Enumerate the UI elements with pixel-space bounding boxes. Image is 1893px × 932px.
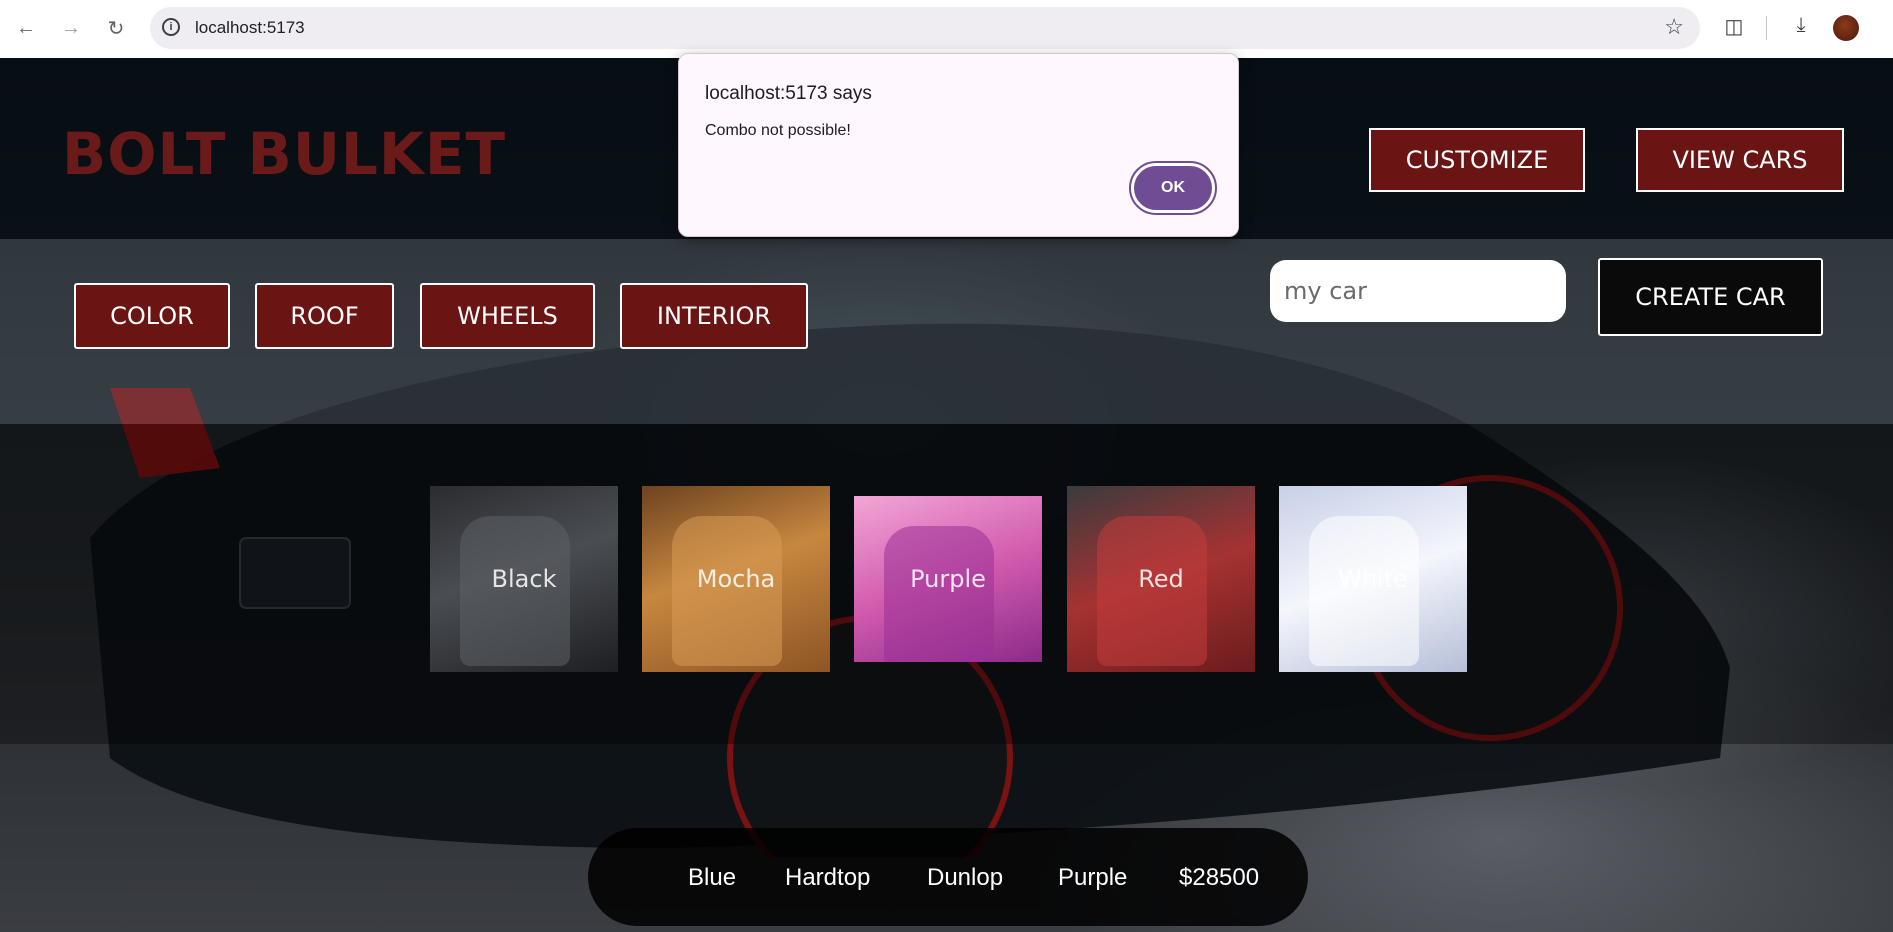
tab-color[interactable]: COLOR <box>74 283 230 349</box>
customize-button[interactable]: CUSTOMIZE <box>1369 128 1585 192</box>
interior-option-white[interactable]: White <box>1279 486 1467 672</box>
interior-option-black[interactable]: Black <box>430 486 618 672</box>
interior-option-label: Black <box>491 565 557 593</box>
profile-avatar[interactable] <box>1833 15 1859 41</box>
extensions-icon[interactable]: ◫ <box>1720 14 1748 42</box>
interior-option-label: Mocha <box>696 565 776 593</box>
url-text: localhost:5173 <box>195 18 305 37</box>
seat-image <box>884 526 994 662</box>
toolbar-divider <box>1766 16 1767 40</box>
interior-option-purple[interactable]: Purple <box>854 496 1042 662</box>
view-cars-button[interactable]: VIEW CARS <box>1636 128 1844 192</box>
interior-option-label: Purple <box>910 565 986 593</box>
back-arrow-icon[interactable]: ← <box>10 12 42 44</box>
address-bar[interactable]: i localhost:5173 ☆ <box>150 7 1700 49</box>
bookmark-star-icon[interactable]: ☆ <box>1664 14 1684 40</box>
interior-option-label: Red <box>1138 565 1184 593</box>
alert-title: localhost:5173 says <box>705 83 872 104</box>
car-name-input[interactable] <box>1270 260 1566 322</box>
alert-message: Combo not possible! <box>705 122 851 139</box>
site-info-icon[interactable]: i <box>162 18 180 36</box>
summary-exterior: Blue <box>688 864 737 891</box>
interior-option-red[interactable]: Red <box>1067 486 1255 672</box>
tab-interior[interactable]: INTERIOR <box>620 283 808 349</box>
build-summary-bar: Blue Hardtop Dunlop Purple $28500 <box>588 828 1308 926</box>
site-logo[interactable]: BOLT BULKET <box>62 120 506 188</box>
summary-interior: Purple <box>1058 864 1128 891</box>
interior-option-label: White <box>1338 565 1408 593</box>
summary-wheels: Dunlop <box>927 864 1004 891</box>
summary-roof: Hardtop <box>785 864 871 891</box>
browser-toolbar: ← → ↻ i localhost:5173 ☆ ◫ ⤓ <box>0 0 1893 58</box>
alert-dialog: localhost:5173 says Combo not possible! … <box>678 53 1239 237</box>
tab-wheels[interactable]: WHEELS <box>420 283 595 349</box>
interior-option-mocha[interactable]: Mocha <box>642 486 830 672</box>
reload-icon[interactable]: ↻ <box>100 12 132 44</box>
forward-arrow-icon[interactable]: → <box>55 12 87 44</box>
ok-button[interactable]: OK <box>1129 161 1217 215</box>
summary-price: $28500 <box>1179 864 1260 891</box>
create-car-button[interactable]: CREATE CAR <box>1598 258 1823 336</box>
download-icon[interactable]: ⤓ <box>1787 14 1815 42</box>
tab-roof[interactable]: ROOF <box>255 283 394 349</box>
